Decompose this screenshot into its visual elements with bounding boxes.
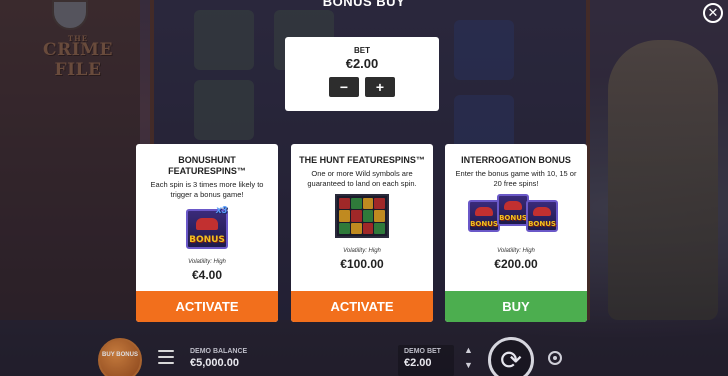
card-description: One or more Wild symbols are guaranteed … — [307, 169, 417, 188]
bet-controls: − + — [285, 77, 439, 97]
x3-multiplier: x3 — [216, 205, 228, 216]
bonus-tile: BONUS — [468, 200, 500, 232]
card-price: €200.00 — [494, 257, 538, 271]
bonus-word: BONUS — [189, 235, 225, 245]
demo-bet-value: €2.00 — [404, 357, 432, 369]
car-icon — [475, 207, 493, 216]
car-icon — [504, 201, 522, 210]
interrogation-bonus-card: INTERROGATION BONUS Enter the bonus game… — [445, 144, 587, 322]
bonus-tile: BONUS — [497, 194, 529, 226]
demo-bet-label: DEMO BET — [404, 348, 441, 355]
bonus-symbol-image: BONUS x3 — [184, 205, 230, 251]
car-icon — [196, 218, 218, 230]
increase-bet-button[interactable]: + — [365, 77, 395, 97]
card-description: Enter the bonus game with 10, 15 or 20 f… — [455, 169, 577, 188]
activate-the-hunt-button[interactable]: ACTIVATE — [291, 291, 433, 322]
card-title: BONUSHUNT FEATURESPINS™ — [168, 155, 246, 176]
car-icon — [533, 207, 551, 216]
close-icon[interactable]: ✕ — [703, 3, 723, 23]
buy-bonus-button[interactable]: BUY BONUS — [98, 338, 142, 376]
balance-value: €5,000.00 — [190, 357, 239, 369]
modal-title: BONUS BUY — [322, 0, 406, 9]
activate-bonushunt-button[interactable]: ACTIVATE — [136, 291, 278, 322]
mini-reels — [335, 194, 389, 238]
menu-icon[interactable] — [158, 350, 174, 364]
bet-panel: BET €2.00 − + — [285, 37, 439, 111]
card-title: INTERROGATION BONUS — [461, 155, 571, 165]
chevron-down-icon[interactable]: ▼ — [464, 360, 473, 370]
autoplay-icon[interactable] — [548, 351, 562, 365]
card-price: €4.00 — [191, 268, 223, 282]
card-price: €100.00 — [340, 257, 384, 271]
bet-value: €2.00 — [345, 56, 379, 71]
chevron-up-icon[interactable]: ▲ — [464, 345, 473, 355]
spin-icon[interactable] — [488, 337, 534, 376]
bonus-symbols-image: BONUS BONUS BONUS — [468, 194, 564, 240]
bonus-tile: BONUS — [526, 200, 558, 232]
card-description: Each spin is 3 times more likely to trig… — [150, 180, 264, 199]
card-volatility: Volatility: High — [497, 248, 535, 254]
bonushunt-card: BONUSHUNT FEATURESPINS™ Each spin is 3 t… — [136, 144, 278, 322]
bonus-word: BONUS — [528, 220, 556, 228]
card-volatility: Volatility: High — [343, 248, 381, 254]
card-volatility: Volatility: High — [188, 259, 226, 265]
the-hunt-card: THE HUNT FEATURESPINS™ One or more Wild … — [291, 144, 433, 322]
balance-label: DEMO BALANCE — [190, 348, 248, 355]
card-title: THE HUNT FEATURESPINS™ — [299, 155, 425, 165]
wild-reels-image — [291, 194, 433, 240]
buy-interrogation-button[interactable]: BUY — [445, 291, 587, 322]
bonus-word: BONUS — [470, 220, 498, 228]
bet-label: BET — [354, 46, 370, 55]
decrease-bet-button[interactable]: − — [329, 77, 359, 97]
bonus-word: BONUS — [499, 214, 527, 222]
